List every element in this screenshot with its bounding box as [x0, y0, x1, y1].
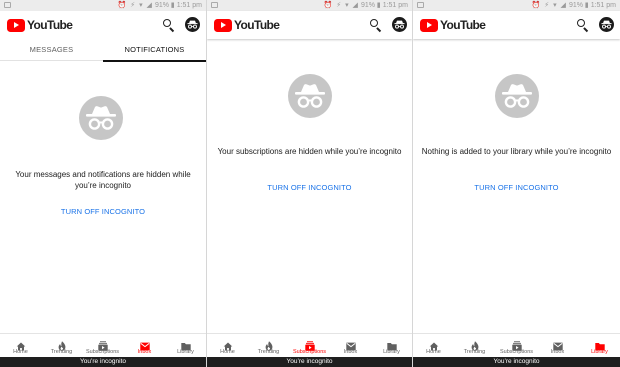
youtube-logo[interactable]: YouTube [7, 18, 73, 32]
status-right: ⏰ ⚡ ▾ ◢ 91% ▮ 1:51 pm [531, 2, 616, 9]
incognito-avatar-icon [394, 20, 405, 29]
youtube-logo[interactable]: YouTube [214, 18, 280, 32]
incognito-avatar-icon [187, 20, 198, 29]
screen-divider [412, 0, 413, 367]
gallery-notification-icon [4, 2, 11, 8]
nav-library[interactable]: Library [579, 334, 620, 358]
incognito-banner: You’re incognito [0, 357, 206, 367]
clock: 1:51 pm [382, 2, 408, 9]
incognito-banner: You’re incognito [207, 357, 412, 367]
incognito-avatar[interactable] [185, 17, 200, 32]
incognito-avatar-icon [601, 20, 612, 29]
battery-level: 91% [154, 2, 169, 9]
status-bar: ⏰ ⚡ ▾ ◢ 91% ▮ 1:51 pm [0, 0, 206, 11]
inbox-tabs: MESSAGES NOTIFICATIONS [0, 39, 206, 62]
status-right: ⏰ ⚡ ▾ ◢ 91% ▮ 1:51 pm [323, 2, 408, 9]
incognito-illustration-icon [79, 96, 123, 140]
tab-messages[interactable]: MESSAGES [0, 39, 103, 61]
status-bar: ⏰ ⚡ ▾ ◢ 91% ▮ 1:51 pm [413, 0, 620, 11]
gallery-notification-icon [211, 2, 218, 8]
nav-label: Library [591, 349, 608, 355]
turn-off-incognito-button[interactable]: TURN OFF INCOGNITO [0, 207, 206, 216]
incognito-message: Nothing is added to your library while y… [421, 147, 612, 156]
youtube-play-icon [420, 18, 438, 32]
clock: 1:51 pm [176, 2, 202, 9]
status-icons: ⏰ ⚡ ▾ ◢ [117, 2, 153, 9]
battery-level: 91% [568, 2, 583, 9]
search-icon[interactable] [576, 18, 590, 33]
phone-screen-2: ⏰ ⚡ ▾ ◢ 91% ▮ 1:51 pm YouTube Your subsc… [207, 0, 412, 367]
incognito-banner: You’re incognito [413, 357, 620, 367]
incognito-illustration-icon [288, 74, 332, 118]
battery-level: 91% [360, 2, 375, 9]
phone-screen-1: ⏰ ⚡ ▾ ◢ 91% ▮ 1:51 pm YouTube MESSAGES NOT… [0, 0, 206, 367]
bottom-navigation: Home Trending Subscriptions Inbox Library [207, 333, 412, 357]
screen-divider [206, 0, 207, 367]
status-icons: ⏰ ⚡ ▾ ◢ [531, 2, 567, 9]
nav-library[interactable]: Library [371, 334, 412, 358]
incognito-avatar[interactable] [392, 17, 407, 32]
tab-notifications[interactable]: NOTIFICATIONS [103, 39, 206, 62]
turn-off-incognito-button[interactable]: TURN OFF INCOGNITO [207, 183, 412, 192]
incognito-avatar[interactable] [599, 17, 614, 32]
turn-off-incognito-button[interactable]: TURN OFF INCOGNITO [413, 183, 620, 192]
status-icons: ⏰ ⚡ ▾ ◢ [323, 2, 359, 9]
phone-screen-3: ⏰ ⚡ ▾ ◢ 91% ▮ 1:51 pm YouTube Nothing is… [413, 0, 620, 367]
incognito-message: Your subscriptions are hidden while you’… [217, 147, 402, 156]
clock: 1:51 pm [590, 2, 616, 9]
youtube-play-icon [214, 18, 232, 32]
bottom-navigation: Home Trending Subscriptions Inbox Library [0, 333, 206, 357]
app-bar: YouTube [413, 11, 620, 39]
search-icon[interactable] [369, 18, 383, 33]
bottom-navigation: Home Trending Subscriptions Inbox Library [413, 333, 620, 357]
app-bar: YouTube [207, 11, 412, 39]
youtube-play-icon [7, 18, 25, 32]
gallery-notification-icon [417, 2, 424, 8]
logo-text: YouTube [234, 18, 280, 32]
logo-text: YouTube [440, 18, 486, 32]
nav-label: Library [177, 349, 194, 355]
nav-library[interactable]: Library [165, 334, 206, 358]
incognito-illustration-icon [495, 74, 539, 118]
screenshot-collage: ⏰ ⚡ ▾ ◢ 91% ▮ 1:51 pm YouTube MESSAGES NOT… [0, 0, 620, 367]
app-bar: YouTube [0, 11, 206, 39]
status-bar: ⏰ ⚡ ▾ ◢ 91% ▮ 1:51 pm [207, 0, 412, 11]
status-right: ⏰ ⚡ ▾ ◢ 91% ▮ 1:51 pm [117, 2, 202, 9]
nav-label: Library [383, 349, 400, 355]
logo-text: YouTube [27, 18, 73, 32]
incognito-message: Your messages and notifications are hidd… [15, 170, 191, 190]
youtube-logo[interactable]: YouTube [420, 18, 486, 32]
search-icon[interactable] [162, 18, 176, 33]
